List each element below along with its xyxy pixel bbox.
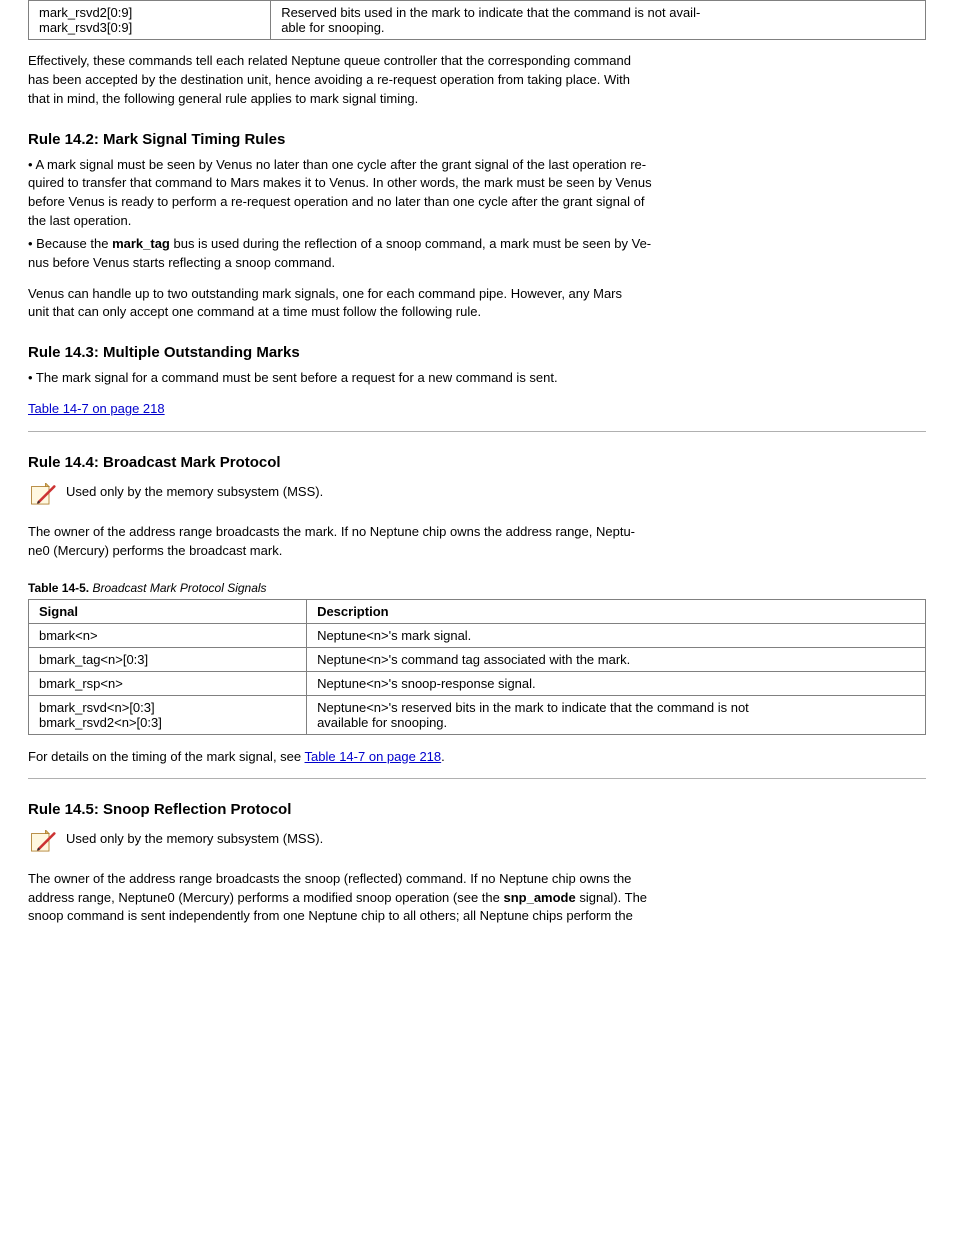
note-text: Used only by the memory subsystem (MSS). [66, 830, 323, 849]
cell-signal: bmark_rsvd<n>[0:3] bmark_rsvd2<n>[0:3] [29, 695, 307, 734]
table-broadcast-mark: Signal Description bmark<n> Neptune<n>'s… [28, 599, 926, 735]
signal-name: bmark_rsvd2<n>[0:3] [39, 715, 296, 730]
caption-title: Broadcast Mark Protocol Signals [89, 581, 266, 595]
rule-14-4-title: Rule 14.4: Broadcast Mark Protocol [28, 454, 926, 471]
section-divider [28, 431, 926, 432]
link-line: Table 14-7 on page 218 [28, 400, 926, 419]
rule-bullet: • A mark signal must be seen by Venus no… [28, 156, 926, 231]
signal-name: mark_rsvd2[0:9] [39, 5, 260, 20]
cell-description: Neptune<n>'s snoop-response signal. [307, 671, 926, 695]
signal-name: bmark_rsvd<n>[0:3] [39, 700, 296, 715]
note-block: Used only by the memory subsystem (MSS). [28, 830, 926, 858]
note-text: Used only by the memory subsystem (MSS). [66, 483, 323, 502]
rule-14-2-title: Rule 14.2: Mark Signal Timing Rules [28, 131, 926, 148]
table-row: bmark_rsp<n> Neptune<n>'s snoop-response… [29, 671, 926, 695]
text-fragment: . [441, 749, 445, 764]
cell-description: Neptune<n>'s reserved bits in the mark t… [307, 695, 926, 734]
cell-description: Neptune<n>'s command tag associated with… [307, 647, 926, 671]
text-fragment: • Because the [28, 236, 112, 251]
section-divider [28, 778, 926, 779]
col-header-signal: Signal [29, 599, 307, 623]
col-header-description: Description [307, 599, 926, 623]
intro-paragraph: Effectively, these commands tell each re… [28, 52, 926, 109]
rule-14-3-title: Rule 14.3: Multiple Outstanding Marks [28, 344, 926, 361]
table-ref-link[interactable]: Table 14-7 on page 218 [305, 749, 442, 764]
text-fragment: For details on the timing of the mark si… [28, 749, 305, 764]
note-icon [28, 483, 56, 511]
table-row: bmark<n> Neptune<n>'s mark signal. [29, 623, 926, 647]
code-term: snp_amode [503, 890, 575, 905]
rule-bullet: • The mark signal for a command must be … [28, 369, 926, 388]
cell-description: Reserved bits used in the mark to indica… [271, 1, 926, 40]
section-paragraph: The owner of the address range broadcast… [28, 870, 926, 927]
rule-bullet: • Because the mark_tag bus is used durin… [28, 235, 926, 273]
table-ref-link[interactable]: Table 14-7 on page 218 [28, 401, 165, 416]
cell-signal: bmark_rsp<n> [29, 671, 307, 695]
table-row: bmark_rsvd<n>[0:3] bmark_rsvd2<n>[0:3] N… [29, 695, 926, 734]
table-header-row: Signal Description [29, 599, 926, 623]
rule-14-5-title: Rule 14.5: Snoop Reflection Protocol [28, 801, 926, 818]
code-term: mark_tag [112, 236, 170, 251]
signal-name: mark_rsvd3[0:9] [39, 20, 260, 35]
table-caption: Table 14-5. Broadcast Mark Protocol Sign… [28, 581, 926, 595]
cell-signal: bmark<n> [29, 623, 307, 647]
caption-label: Table 14-5. [28, 581, 89, 595]
table-row: mark_rsvd2[0:9] mark_rsvd3[0:9] Reserved… [29, 1, 926, 40]
footer-line: For details on the timing of the mark si… [28, 749, 926, 764]
note-block: Used only by the memory subsystem (MSS). [28, 483, 926, 511]
table-mark-rsvd: mark_rsvd2[0:9] mark_rsvd3[0:9] Reserved… [28, 0, 926, 40]
cell-signal: mark_rsvd2[0:9] mark_rsvd3[0:9] [29, 1, 271, 40]
cell-signal: bmark_tag<n>[0:3] [29, 647, 307, 671]
cell-description: Neptune<n>'s mark signal. [307, 623, 926, 647]
note-icon [28, 830, 56, 858]
section-paragraph: The owner of the address range broadcast… [28, 523, 926, 561]
table-row: bmark_tag<n>[0:3] Neptune<n>'s command t… [29, 647, 926, 671]
rule-paragraph: Venus can handle up to two outstanding m… [28, 285, 926, 323]
